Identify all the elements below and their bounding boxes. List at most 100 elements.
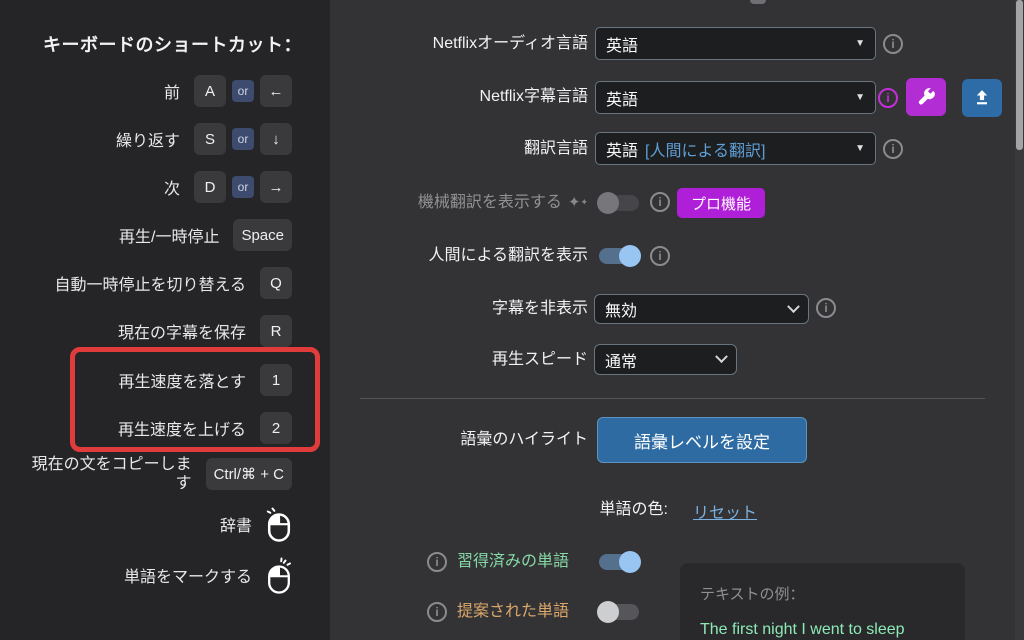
shortcut-row-speed-up: 再生速度を上げる 2 <box>118 412 292 444</box>
shortcut-label: 次 <box>164 175 180 199</box>
dropdown-arrow-icon: ▼ <box>855 143 865 154</box>
audio-language-label: Netflixオーディオ言語 <box>330 27 588 60</box>
shortcut-row-copy-sentence: 現在の文をコピーします Ctrl/⌘ + C <box>32 452 292 496</box>
mouse-left-click-icon <box>266 506 292 543</box>
chevron-down-icon <box>787 300 800 313</box>
hide-subtitles-value: 無効 <box>605 297 637 321</box>
shortcut-row-previous: 前 A or ← <box>164 75 292 107</box>
row-vocab-highlight: 語彙のハイライト 語彙レベルを設定 <box>330 417 1015 463</box>
cut-off-element <box>750 0 766 4</box>
key-badge: R <box>260 315 292 347</box>
translation-language-select[interactable]: 英語 [人間による翻訳] ▼ <box>595 132 876 165</box>
audio-language-select[interactable]: 英語 ▼ <box>595 27 876 60</box>
key-badge: 2 <box>260 412 292 444</box>
playback-speed-label: 再生スピード <box>330 344 588 375</box>
key-badge: D <box>194 171 226 203</box>
subtitle-settings-button[interactable] <box>906 78 946 116</box>
translation-type-tag: [人間による翻訳] <box>645 137 765 161</box>
shortcut-row-save-subtitle: 現在の字幕を保存 R <box>118 315 292 347</box>
vocab-highlight-label: 語彙のハイライト <box>330 417 588 463</box>
key-badge-arrow-left: ← <box>260 75 292 107</box>
shortcuts-title: キーボードのショートカット： <box>43 31 302 57</box>
row-word-color: 単語の色: リセット <box>330 499 1015 521</box>
upload-icon <box>972 88 992 108</box>
chevron-down-icon <box>715 350 728 363</box>
upload-subtitle-button[interactable] <box>962 79 1002 117</box>
shortcut-label: 自動一時停止を切り替える <box>54 271 246 295</box>
hide-subtitles-label: 字幕を非表示 <box>330 294 588 324</box>
mouse-right-click-icon <box>266 555 292 595</box>
row-human-translation: 人間による翻訳を表示 i <box>330 242 1015 270</box>
row-translation-language: 翻訳言語 英語 [人間による翻訳] ▼ i <box>330 132 1015 165</box>
shortcut-row-next: 次 D or → <box>164 171 292 203</box>
shortcut-label: 現在の字幕を保存 <box>118 319 246 343</box>
suggested-words-toggle[interactable] <box>597 600 641 624</box>
shortcut-row-mark-word: 単語をマークする <box>124 554 292 596</box>
row-machine-translation: 機械翻訳を表示する✦✦ i プロ機能 <box>330 187 1015 218</box>
key-badge-ctrl-c: Ctrl/⌘ + C <box>206 458 292 490</box>
info-icon[interactable]: i <box>816 298 836 318</box>
machine-translation-toggle[interactable] <box>597 191 641 215</box>
suggested-words-label: 提案された単語 <box>457 598 569 626</box>
key-badge-space: Space <box>233 219 292 251</box>
info-icon[interactable]: i <box>883 139 903 159</box>
subtitle-language-select[interactable]: 英語 ▼ <box>595 81 876 114</box>
hide-subtitles-select[interactable]: 無効 <box>594 294 809 324</box>
key-badge: Q <box>260 267 292 299</box>
sparkle-icon: ✦ <box>568 194 581 211</box>
settings-panel: Netflixオーディオ言語 英語 ▼ i Netflix字幕言語 英語 ▼ i… <box>330 0 1015 640</box>
shortcut-row-dictionary: 辞書 <box>220 504 292 544</box>
shortcut-row-auto-pause: 自動一時停止を切り替える Q <box>54 267 292 299</box>
shortcut-label: 再生速度を落とす <box>118 368 246 392</box>
info-icon[interactable]: i <box>883 34 903 54</box>
human-translation-label: 人間による翻訳を表示 <box>330 242 588 270</box>
row-playback-speed: 再生スピード 通常 <box>330 344 1015 375</box>
scrollbar-track[interactable] <box>1015 0 1024 640</box>
pro-feature-button[interactable]: プロ機能 <box>677 188 765 218</box>
row-subtitle-language: Netflix字幕言語 英語 ▼ i <box>330 80 1015 118</box>
key-badge-arrow-right: → <box>260 171 292 203</box>
row-hide-subtitles: 字幕を非表示 無効 i <box>330 294 1015 324</box>
set-vocab-level-button[interactable]: 語彙レベルを設定 <box>597 417 807 463</box>
machine-translation-label: 機械翻訳を表示する✦✦ <box>330 187 588 218</box>
example-line-1: The first night I went to sleep <box>700 617 945 640</box>
info-icon[interactable]: i <box>650 246 670 266</box>
or-badge: or <box>232 128 254 150</box>
row-audio-language: Netflixオーディオ言語 英語 ▼ i <box>330 27 1015 60</box>
shortcut-row-play-pause: 再生/一時停止 Space <box>119 219 292 251</box>
translation-language-value: 英語 <box>606 137 638 161</box>
dropdown-arrow-icon: ▼ <box>855 92 865 103</box>
reset-word-colors-link[interactable]: リセット <box>693 499 757 523</box>
known-words-toggle[interactable] <box>597 550 641 574</box>
human-translation-toggle[interactable] <box>597 244 641 268</box>
sparkle-small-icon: ✦ <box>580 197 588 207</box>
keyboard-shortcuts-panel: キーボードのショートカット： 前 A or ← 繰り返す S or ↓ 次 D … <box>0 0 330 640</box>
word-color-label: 単語の色: <box>330 499 668 521</box>
shortcut-label: 辞書 <box>220 512 252 536</box>
shortcut-row-slow-down: 再生速度を落とす 1 <box>118 364 292 396</box>
subtitle-language-label: Netflix字幕言語 <box>330 80 588 114</box>
playback-speed-select[interactable]: 通常 <box>594 344 737 375</box>
info-icon-highlighted[interactable]: i <box>878 88 898 108</box>
or-badge: or <box>232 80 254 102</box>
text-example-box: テキストの例： The first night I went to sleep … <box>680 563 965 640</box>
info-icon[interactable]: i <box>427 552 447 572</box>
section-divider <box>360 398 985 399</box>
shortcut-row-repeat: 繰り返す S or ↓ <box>116 123 292 155</box>
key-badge: A <box>194 75 226 107</box>
dropdown-arrow-icon: ▼ <box>855 38 865 49</box>
shortcut-label: 繰り返す <box>116 127 180 151</box>
audio-language-value: 英語 <box>606 32 638 56</box>
wrench-icon <box>915 86 937 108</box>
shortcut-label: 前 <box>164 79 180 103</box>
scrollbar-thumb[interactable] <box>1016 0 1023 150</box>
shortcut-label: 現在の文をコピーします <box>32 455 192 493</box>
known-words-label: 習得済みの単語 <box>457 548 569 576</box>
translation-language-label: 翻訳言語 <box>330 132 588 165</box>
info-icon[interactable]: i <box>650 192 670 212</box>
info-icon[interactable]: i <box>427 602 447 622</box>
key-badge: 1 <box>260 364 292 396</box>
shortcut-label: 単語をマークする <box>124 563 252 587</box>
or-badge: or <box>232 176 254 198</box>
key-badge-arrow-down: ↓ <box>260 123 292 155</box>
